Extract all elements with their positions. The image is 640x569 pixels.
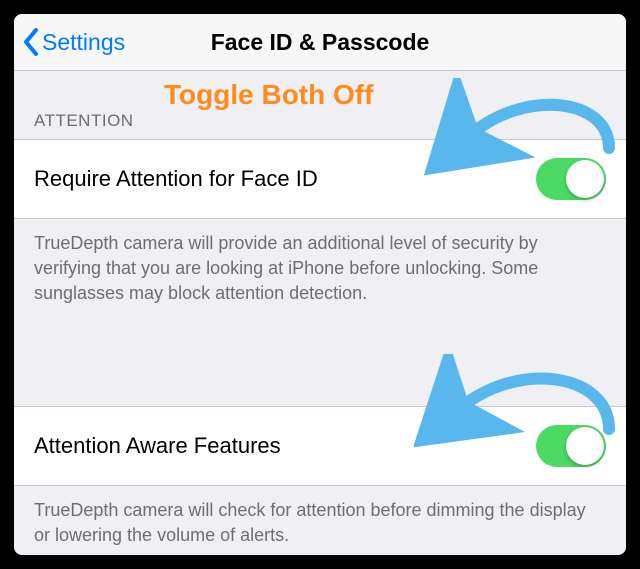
cell-label-aware: Attention Aware Features	[34, 433, 281, 459]
navbar: Settings Face ID & Passcode	[14, 14, 626, 71]
cell-attention-aware[interactable]: Attention Aware Features	[14, 406, 626, 486]
settings-pane: Settings Face ID & Passcode ATTENTION To…	[14, 14, 626, 555]
footer-attention-aware: TrueDepth camera will check for attentio…	[14, 486, 626, 552]
chevron-left-icon	[22, 28, 40, 56]
cell-label-require: Require Attention for Face ID	[34, 166, 318, 192]
toggle-knob	[566, 427, 604, 465]
section-gap	[14, 334, 626, 406]
back-button[interactable]: Settings	[22, 14, 125, 70]
toggle-require-attention[interactable]	[536, 158, 606, 200]
cell-require-attention[interactable]: Require Attention for Face ID	[14, 139, 626, 219]
toggle-knob	[566, 160, 604, 198]
toggle-attention-aware[interactable]	[536, 425, 606, 467]
annotation-text: Toggle Both Off	[164, 79, 373, 111]
back-label: Settings	[42, 29, 125, 56]
section-header-row: ATTENTION Toggle Both Off	[14, 71, 626, 139]
section-header-attention: ATTENTION	[34, 111, 134, 131]
footer-require-attention: TrueDepth camera will provide an additio…	[14, 219, 626, 334]
